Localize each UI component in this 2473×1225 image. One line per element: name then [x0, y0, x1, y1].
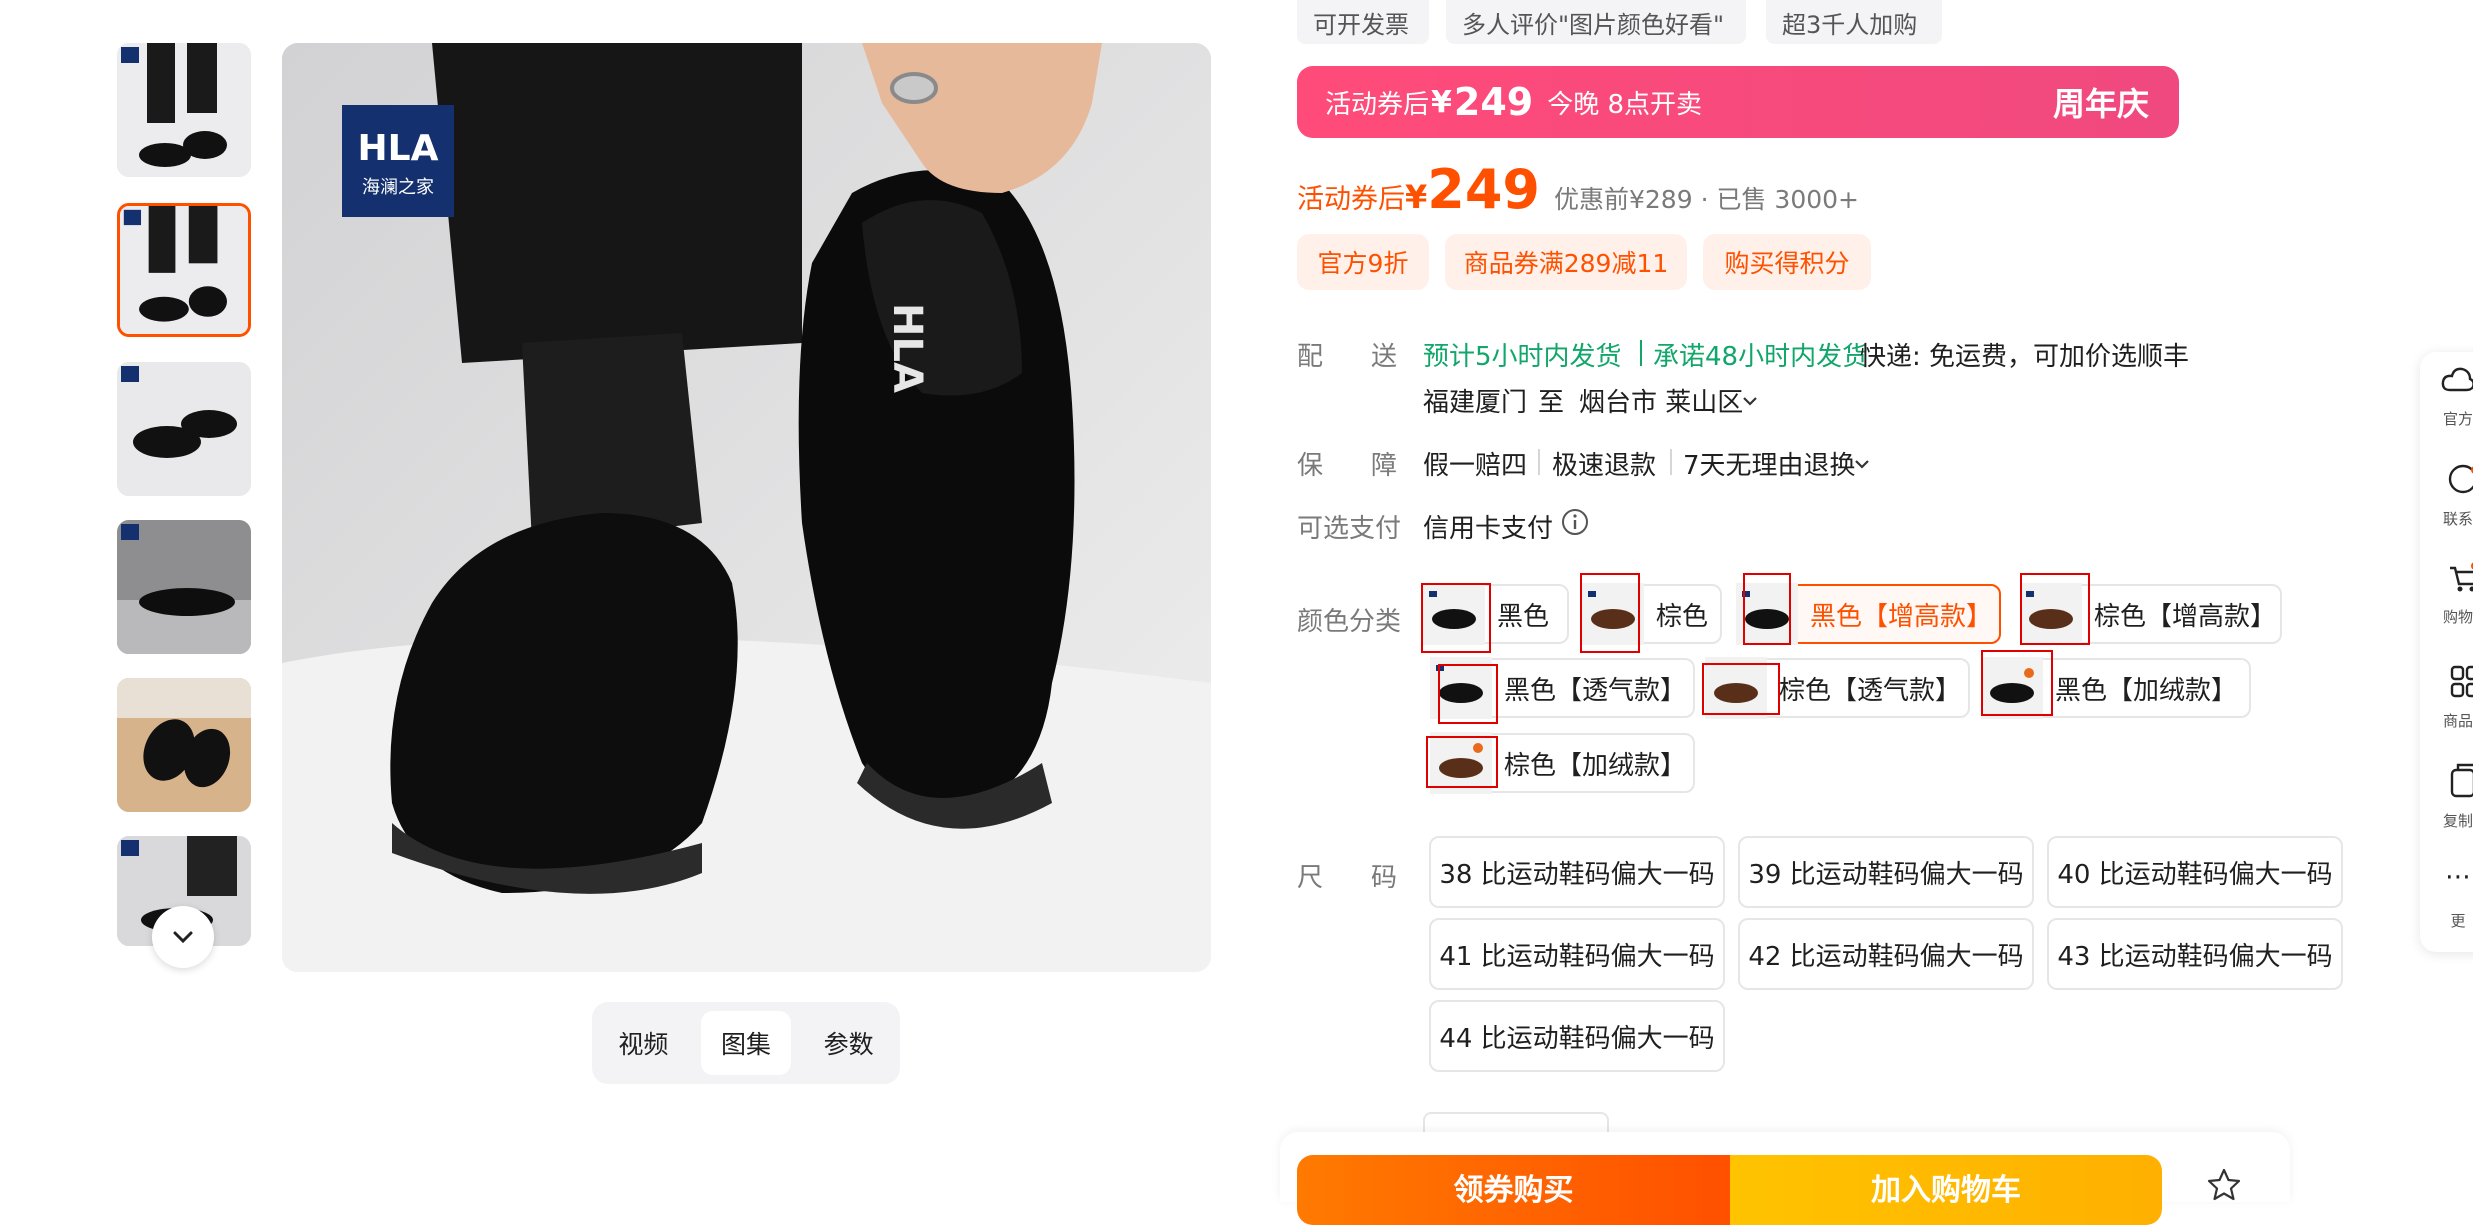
guarantee-label-1: 保 [1297, 445, 1323, 482]
size-option-42[interactable]: 42 比运动鞋码偏大一码 [1738, 918, 2034, 990]
color-label: 颜色分类 [1297, 601, 1401, 638]
chip-official-discount[interactable]: 官方9折 [1297, 234, 1429, 290]
star-icon[interactable] [2206, 1167, 2242, 1203]
guarantee-item-2: 极速退款 [1552, 445, 1656, 482]
price-currency: ¥ [1405, 178, 1427, 216]
price-info: 优惠前¥289 · 已售 3000+ [1554, 180, 1859, 216]
guarantee-separator-2 [1670, 449, 1672, 475]
size-label-2: 码 [1371, 857, 1397, 894]
copy-icon[interactable] [2448, 762, 2473, 798]
size-option-39[interactable]: 39 比运动鞋码偏大一码 [1738, 836, 2034, 908]
main-product-image: HLA HLA 海澜之家 [282, 43, 1211, 972]
grid-icon[interactable] [2450, 665, 2473, 699]
size-option-43[interactable]: 43 比运动鞋码偏大一码 [2047, 918, 2343, 990]
size-option-41[interactable]: 41 比运动鞋码偏大一码 [1429, 918, 1725, 990]
size-option-44[interactable]: 44 比运动鞋码偏大一码 [1429, 1000, 1725, 1072]
annotation-box [1743, 573, 1791, 645]
delivery-promise: 承诺48小时内发货 [1653, 336, 1868, 373]
service-icon[interactable] [2446, 462, 2473, 496]
delivery-estimate: 预计5小时内发货 [1423, 336, 1622, 373]
price-value: 249 [1427, 158, 1540, 221]
buy-button[interactable]: 领券购买 [1297, 1155, 1730, 1225]
tag-cart-count: 超3千人加购 [1766, 0, 1942, 44]
promo-currency: ¥ [1431, 85, 1452, 120]
annotation-box [1702, 663, 1780, 715]
annotation-box [2020, 573, 2090, 645]
chip-points[interactable]: 购买得积分 [1703, 234, 1871, 290]
delivery-to-word: 至 [1538, 382, 1564, 419]
color-option-label: 黑色【透气款】 [1504, 670, 1686, 707]
annotation-box [1426, 736, 1498, 788]
color-option-label: 棕色 [1656, 596, 1708, 633]
chevron-down-icon [170, 924, 196, 950]
promo-price: 249 [1454, 80, 1533, 124]
payment-method: 信用卡支付 [1423, 508, 1553, 545]
rail-label-goods: 商品 [2428, 710, 2473, 731]
chevron-down-icon[interactable] [1741, 392, 1759, 410]
chevron-down-icon[interactable] [1853, 455, 1871, 473]
promo-banner[interactable]: 活动券后 ¥ 249 今晚 8点开卖 周年庆 [1297, 66, 2179, 138]
thumbnail-4[interactable] [117, 520, 251, 654]
thumbnail-3[interactable] [117, 362, 251, 496]
delivery-label-1: 配 [1297, 336, 1323, 373]
promo-prefix: 活动券后 [1325, 84, 1429, 121]
thumbnail-5[interactable] [117, 678, 251, 812]
annotation-box [1580, 573, 1640, 653]
tab-params[interactable]: 参数 [804, 1011, 894, 1075]
price-row: 活动券后 ¥ 249 优惠前¥289 · 已售 3000+ [1297, 158, 1859, 221]
color-option-label: 黑色【加绒款】 [2055, 670, 2237, 707]
cart-icon[interactable] [2446, 560, 2473, 594]
size-option-40[interactable]: 40 比运动鞋码偏大一码 [2047, 836, 2343, 908]
cloud-icon[interactable] [2440, 362, 2473, 398]
image-view-tabs: 视频 图集 参数 [592, 1002, 900, 1084]
rail-label-more: 更 [2428, 910, 2473, 931]
promo-event: 周年庆 [2053, 79, 2149, 125]
promo-time: 今晚 8点开卖 [1547, 84, 1702, 121]
delivery-from: 福建厦门 [1423, 382, 1527, 419]
tag-review-highlight: 多人评价"图片颜色好看" [1446, 0, 1746, 44]
insole-logo-text: HLA [884, 303, 930, 393]
color-option-label: 棕色【透气款】 [1779, 670, 1961, 707]
delivery-destination[interactable]: 烟台市 莱山区 [1579, 382, 1743, 419]
annotation-box [1421, 583, 1491, 653]
payment-label: 可选支付 [1297, 508, 1401, 545]
color-option-label: 黑色 [1497, 596, 1549, 633]
rail-label-cart: 购物 [2428, 606, 2473, 627]
add-to-cart-button[interactable]: 加入购物车 [1730, 1155, 2162, 1225]
annotation-box [1438, 664, 1498, 724]
size-label-1: 尺 [1297, 857, 1323, 894]
rail-label-official: 官方 [2428, 408, 2473, 429]
color-option-label: 棕色【增高款】 [2094, 596, 2276, 633]
thumbnail-2[interactable] [117, 203, 251, 337]
color-option-label: 棕色【加绒款】 [1504, 745, 1686, 782]
delivery-express: 快递: 免运费，可加价选顺丰 [1860, 336, 2189, 373]
color-option-label: 黑色【增高款】 [1810, 596, 1992, 633]
guarantee-item-1: 假一赔四 [1423, 445, 1527, 482]
price-label: 活动券后 [1297, 177, 1405, 216]
rail-label-contact: 联系 [2428, 508, 2473, 529]
thumbnail-scroll-down-button[interactable] [152, 906, 214, 968]
info-icon[interactable] [1561, 508, 1589, 536]
tab-gallery[interactable]: 图集 [701, 1011, 791, 1075]
brand-logo-text: HLA [358, 128, 439, 169]
brand-logo-subtext: 海澜之家 [362, 177, 434, 198]
rail-label-copy: 复制 [2428, 810, 2473, 831]
delivery-label-2: 送 [1371, 336, 1397, 373]
guarantee-label-2: 障 [1371, 445, 1397, 482]
size-option-38[interactable]: 38 比运动鞋码偏大一码 [1429, 836, 1725, 908]
chip-coupon[interactable]: 商品券满289减11 [1445, 234, 1687, 290]
guarantee-separator-1 [1538, 449, 1540, 475]
thumbnail-1[interactable] [117, 43, 251, 177]
tag-invoice: 可开发票 [1297, 0, 1429, 44]
more-icon[interactable]: ⋯ [2428, 862, 2473, 892]
guarantee-item-3[interactable]: 7天无理由退换 [1683, 445, 1856, 482]
delivery-separator [1640, 340, 1642, 366]
tab-video[interactable]: 视频 [598, 1011, 688, 1075]
annotation-box [1981, 650, 2053, 716]
